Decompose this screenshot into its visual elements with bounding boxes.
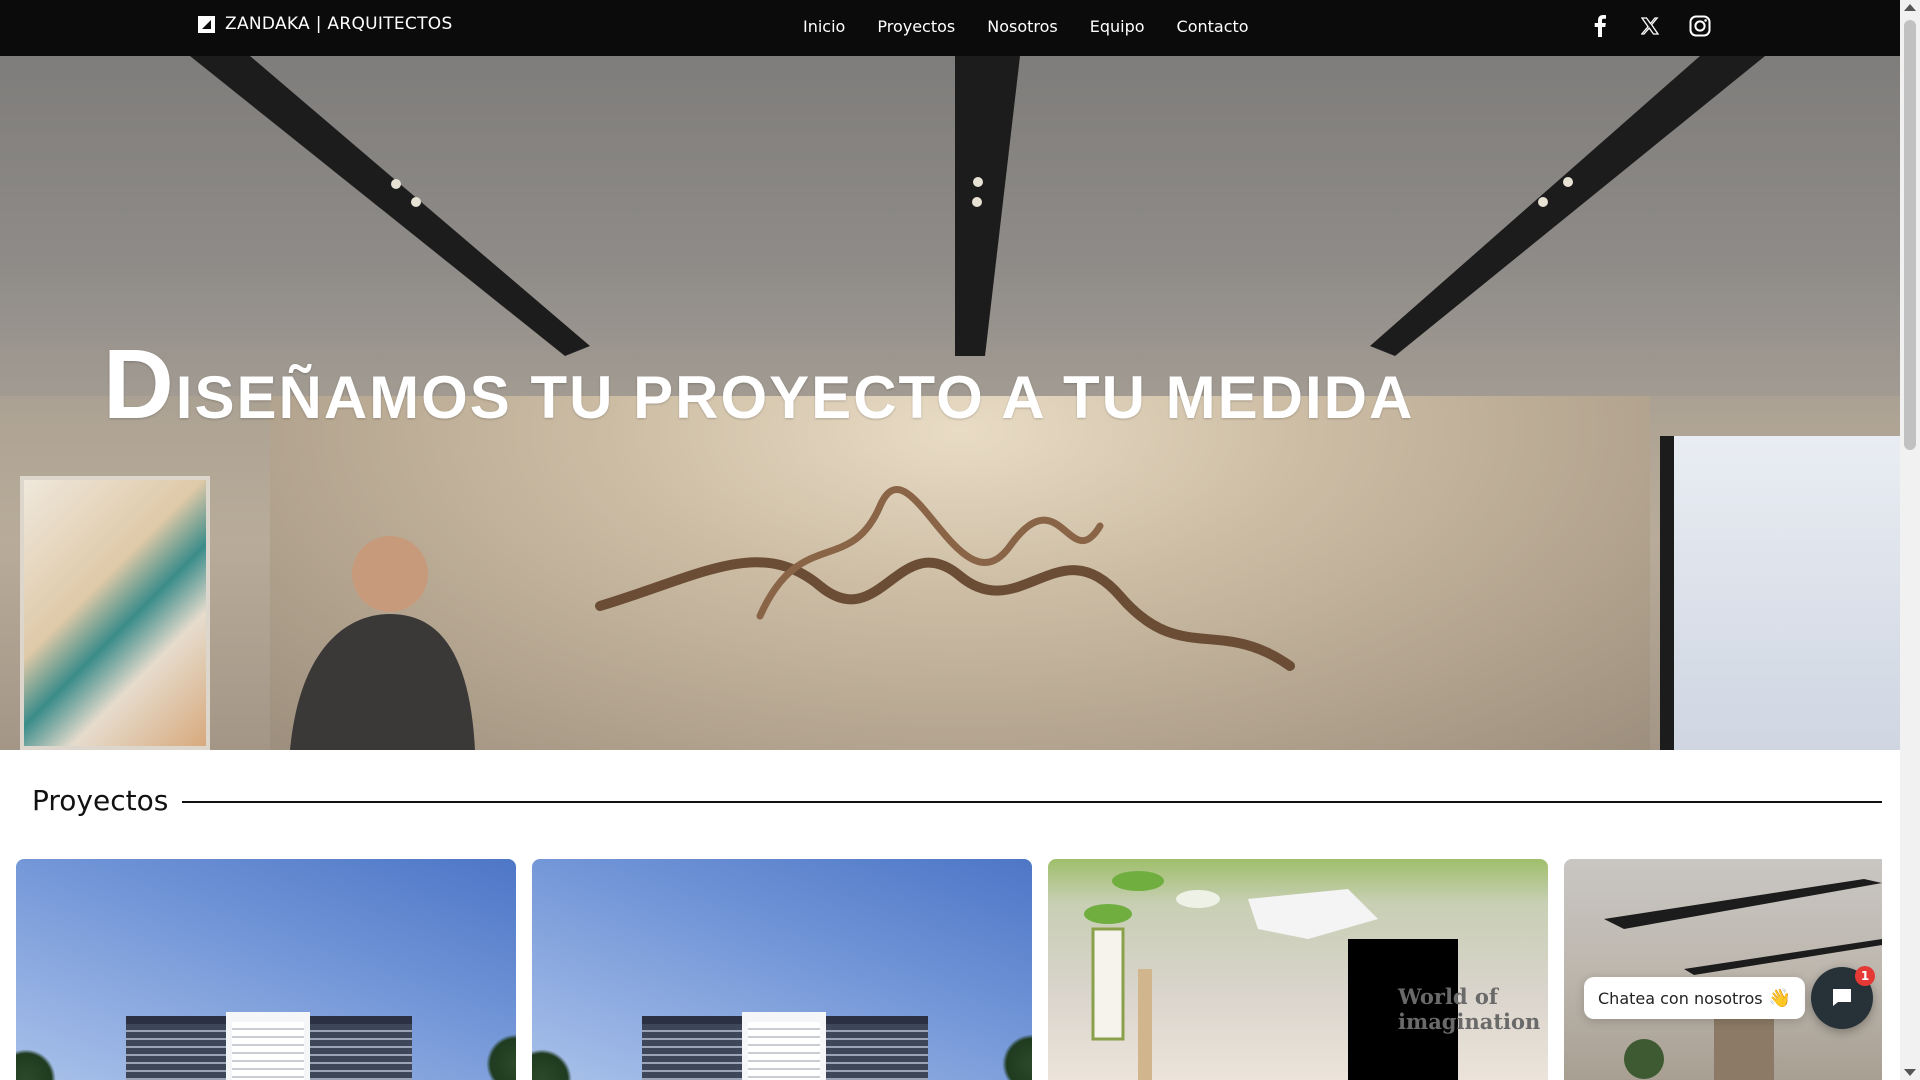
main-nav: Inicio Proyectos Nosotros Equipo Contact…	[803, 17, 1249, 36]
nav-link-equipo[interactable]: Equipo	[1090, 17, 1145, 36]
brand-logo[interactable]: ZANDAKA | ARQUITECTOS	[198, 14, 453, 34]
building-image	[126, 1012, 412, 1080]
kids-room-wall-text: World of imagination	[1398, 984, 1541, 1035]
hero-title: Diseñamos tu proyecto a tu medida	[103, 329, 1415, 439]
scroll-thumb[interactable]	[1904, 20, 1916, 450]
nav-link-nosotros[interactable]: Nosotros	[987, 17, 1058, 36]
hero-banner: Diseñamos tu proyecto a tu medida	[0, 56, 1900, 750]
window-image	[1660, 436, 1900, 750]
x-twitter-icon[interactable]	[1638, 14, 1662, 38]
section-title: Proyectos	[32, 783, 169, 817]
wall-painting-image	[20, 476, 210, 750]
projects-carousel: World of imagination	[16, 859, 1882, 1080]
brand-name: ZANDAKA | ARQUITECTOS	[225, 14, 453, 34]
nav-link-proyectos[interactable]: Proyectos	[877, 17, 955, 36]
social-links	[1588, 14, 1712, 38]
top-navbar: ZANDAKA | ARQUITECTOS Inicio Proyectos N…	[0, 0, 1900, 56]
scroll-down-arrow-icon[interactable]	[1904, 1069, 1916, 1076]
person-image	[290, 536, 475, 750]
page-scrollbar[interactable]	[1900, 0, 1920, 1080]
project-card[interactable]	[532, 859, 1032, 1080]
chat-unread-badge: 1	[1855, 966, 1875, 986]
building-image	[642, 1012, 928, 1080]
waving-hand-icon: 👋	[1768, 987, 1792, 1009]
project-card[interactable]	[16, 859, 516, 1080]
nav-link-inicio[interactable]: Inicio	[803, 17, 845, 36]
chat-prompt-bubble[interactable]: Chatea con nosotros 👋	[1584, 977, 1806, 1019]
chat-prompt-text: Chatea con nosotros	[1598, 988, 1763, 1008]
chat-icon	[1833, 989, 1851, 1006]
projects-section-header: Proyectos	[32, 780, 1882, 820]
section-divider	[182, 801, 1882, 803]
kids-room-details	[1084, 871, 1458, 1080]
project-card[interactable]: World of imagination	[1048, 859, 1548, 1080]
instagram-icon[interactable]	[1688, 14, 1712, 38]
nav-link-contacto[interactable]: Contacto	[1177, 17, 1249, 36]
scroll-up-arrow-icon[interactable]	[1904, 4, 1916, 11]
facebook-icon[interactable]	[1588, 14, 1612, 38]
zandaka-logo-icon	[198, 15, 215, 33]
